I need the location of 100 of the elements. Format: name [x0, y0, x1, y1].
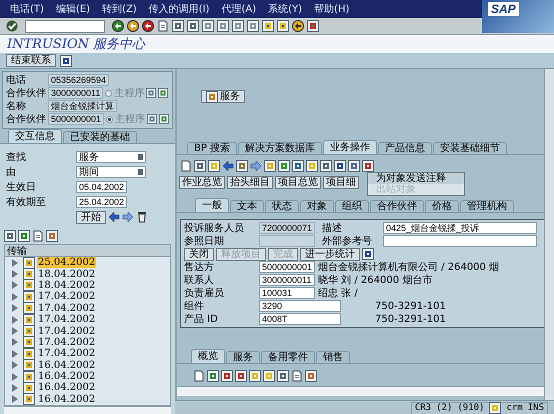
partner-field[interactable]: 3000000011: [48, 87, 104, 99]
forward-icon[interactable]: [122, 211, 134, 223]
tree-item[interactable]: 17.04.2002: [37, 291, 96, 302]
scrollbar[interactable]: [544, 69, 554, 400]
menu-item[interactable]: 帮助(H): [314, 2, 350, 16]
exit-icon[interactable]: [127, 20, 139, 32]
tab[interactable]: 对象: [300, 200, 334, 212]
view-button[interactable]: 项目细: [323, 176, 359, 189]
column-header[interactable]: 传输: [7, 244, 27, 258]
field-text: 烟台金锐揉计算机有限公司 / 264000 烟: [318, 260, 500, 274]
field-label: 由: [6, 166, 17, 179]
dropdown-field[interactable]: 期间: [76, 166, 146, 178]
tab[interactable]: 安装基础细节: [433, 142, 508, 154]
date-field[interactable]: 25.04.2002: [76, 196, 128, 208]
view-button[interactable]: 项目总览: [275, 176, 321, 189]
text-field[interactable]: [383, 235, 537, 247]
field-label: 参照日期: [184, 234, 225, 248]
tree-item[interactable]: 17.04.2002: [37, 302, 96, 314]
menu-item[interactable]: 系统(Y): [268, 2, 302, 16]
tab[interactable]: 交互信息: [8, 129, 62, 143]
tab[interactable]: 销售: [316, 351, 350, 363]
create-icon[interactable]: [193, 370, 205, 382]
tab[interactable]: 文本: [230, 200, 264, 212]
tree-item[interactable]: 16.04.2002: [37, 382, 96, 394]
tab[interactable]: 概览: [191, 349, 225, 363]
id-field[interactable]: 5000000001: [259, 261, 315, 273]
text-field[interactable]: 7200000071: [259, 222, 315, 234]
delete-icon[interactable]: [136, 211, 148, 223]
tab[interactable]: 状态: [265, 200, 299, 212]
tree-item[interactable]: 17.04.2002: [37, 336, 96, 348]
id-field[interactable]: 3290: [259, 300, 341, 312]
view-button[interactable]: 作业总览: [179, 176, 225, 189]
menu-item[interactable]: 编辑(E): [56, 2, 90, 16]
text-field[interactable]: [259, 235, 315, 247]
cancel-icon[interactable]: [142, 20, 154, 32]
scrollbar[interactable]: [4, 406, 171, 414]
end-contact-button[interactable]: 结束联系: [6, 54, 56, 67]
menu-item[interactable]: 转到(Z): [102, 2, 137, 16]
create-icon[interactable]: [180, 160, 192, 172]
scrollbar[interactable]: [177, 386, 544, 396]
text-field[interactable]: 05356269594: [48, 74, 110, 86]
main-radio[interactable]: [105, 90, 112, 96]
back-icon[interactable]: [112, 20, 124, 32]
print-icon[interactable]: [291, 370, 303, 382]
menu-item[interactable]: 代理(A): [221, 2, 256, 16]
service-button[interactable]: 服务: [201, 90, 245, 103]
start-button[interactable]: 开始: [76, 211, 106, 224]
status-info: CR3 (2) (910) crm INS: [410, 402, 548, 414]
menu-item[interactable]: 为对象发送注释: [368, 173, 464, 184]
date-field[interactable]: 05.04.2002: [76, 181, 128, 193]
field-label: 描述: [321, 222, 343, 235]
tree-item[interactable]: 18.04.2002: [37, 280, 96, 291]
tab[interactable]: 合作伙伴: [370, 200, 424, 212]
tab[interactable]: 一般: [195, 198, 229, 212]
back-icon[interactable]: [108, 211, 120, 223]
tree-item[interactable]: 16.04.2002: [37, 371, 96, 382]
tab[interactable]: 备用零件: [261, 351, 315, 363]
tree-item[interactable]: 17.04.2002: [37, 348, 96, 360]
text-field[interactable]: 0425_烟台金锐揉_投诉: [383, 222, 537, 234]
back-icon[interactable]: [222, 160, 234, 172]
text-field[interactable]: 烟台金锐揉计算: [48, 100, 117, 112]
field-label: 有效期至: [6, 196, 46, 209]
tree-item[interactable]: 25.04.2002: [37, 257, 96, 268]
forward-icon[interactable]: [250, 160, 262, 172]
tab[interactable]: 服务: [226, 351, 260, 363]
tree-item[interactable]: 17.04.2002: [37, 326, 96, 337]
tab[interactable]: 产品信息: [378, 142, 432, 154]
field-text: 晓华 刘 / 264000 烟台市: [318, 274, 432, 287]
field-label: 产品 ID: [184, 312, 219, 326]
id-field[interactable]: 3000000011: [259, 274, 315, 286]
tree-item[interactable]: 17.04.2002: [37, 314, 96, 326]
dropdown-field[interactable]: 服务: [76, 151, 146, 163]
field-label: 电话: [6, 74, 27, 87]
field-label: 联系人: [184, 274, 215, 287]
field-label: 名称: [6, 100, 27, 113]
partner-field[interactable]: 5000000001: [48, 113, 104, 125]
action-button[interactable]: 关闭: [184, 248, 214, 260]
id-field[interactable]: 100031: [259, 287, 315, 299]
tab[interactable]: 解决方案数据库: [238, 142, 322, 154]
tree-item[interactable]: 16.04.2002: [37, 394, 96, 405]
view-button[interactable]: 抬头细目: [227, 176, 273, 189]
tab[interactable]: BP 搜索: [187, 142, 238, 154]
menu-item[interactable]: 电话(T): [10, 2, 44, 16]
action-button[interactable]: 进一步统计: [300, 248, 360, 260]
tree-item[interactable]: 18.04.2002: [37, 268, 96, 280]
main-radio[interactable]: [106, 116, 114, 122]
tab[interactable]: 已安装的基础: [63, 131, 137, 143]
tab[interactable]: 组织: [335, 200, 369, 212]
tab[interactable]: 业务操作: [323, 140, 378, 154]
tree-item[interactable]: 16.04.2002: [37, 360, 96, 371]
tab[interactable]: 价格: [425, 200, 459, 212]
logo: SAP: [482, 0, 554, 33]
field-label: 合作伙伴: [6, 87, 46, 100]
menu-item[interactable]: 传入的调用(I): [148, 2, 210, 16]
field-text: 绍忠 张 /: [318, 286, 358, 300]
print-icon[interactable]: [32, 230, 44, 242]
command-field[interactable]: [25, 20, 105, 32]
print-icon[interactable]: [157, 20, 169, 32]
id-field[interactable]: 4008T: [259, 313, 341, 325]
tab[interactable]: 管理机构: [460, 200, 514, 212]
